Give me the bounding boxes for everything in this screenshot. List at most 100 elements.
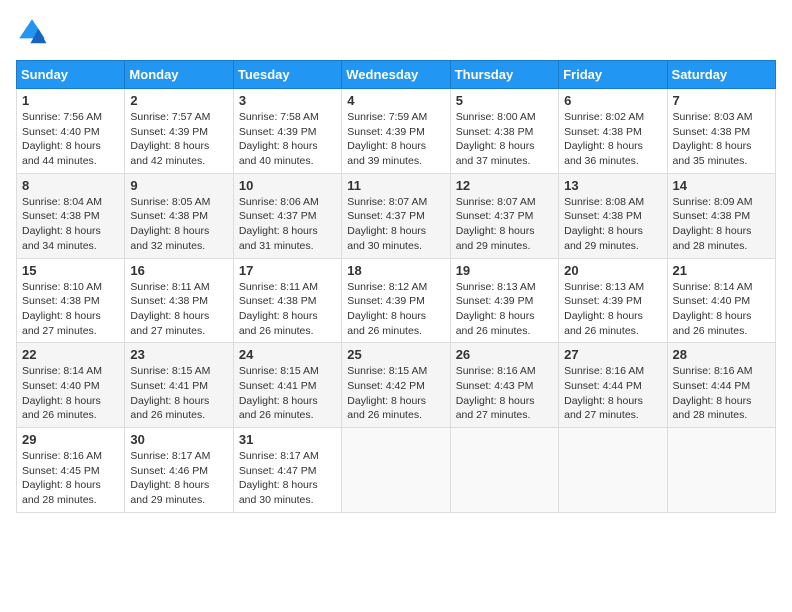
day-info: Sunrise: 8:17 AMSunset: 4:47 PMDaylight:… — [239, 449, 336, 508]
day-info: Sunrise: 8:17 AMSunset: 4:46 PMDaylight:… — [130, 449, 227, 508]
day-info: Sunrise: 8:13 AMSunset: 4:39 PMDaylight:… — [564, 280, 661, 339]
day-info: Sunrise: 7:58 AMSunset: 4:39 PMDaylight:… — [239, 110, 336, 169]
calendar-cell: 29Sunrise: 8:16 AMSunset: 4:45 PMDayligh… — [17, 428, 125, 513]
day-number: 25 — [347, 347, 444, 362]
day-number: 18 — [347, 263, 444, 278]
day-info: Sunrise: 8:14 AMSunset: 4:40 PMDaylight:… — [673, 280, 770, 339]
column-header-sunday: Sunday — [17, 61, 125, 89]
day-info: Sunrise: 8:12 AMSunset: 4:39 PMDaylight:… — [347, 280, 444, 339]
day-number: 30 — [130, 432, 227, 447]
day-info: Sunrise: 7:59 AMSunset: 4:39 PMDaylight:… — [347, 110, 444, 169]
calendar-cell: 3 Sunrise: 7:58 AMSunset: 4:39 PMDaylight… — [233, 89, 341, 174]
day-info: Sunrise: 8:03 AMSunset: 4:38 PMDaylight:… — [673, 110, 770, 169]
day-number: 7 — [673, 93, 770, 108]
day-number: 14 — [673, 178, 770, 193]
day-number: 16 — [130, 263, 227, 278]
day-number: 9 — [130, 178, 227, 193]
day-info: Sunrise: 8:10 AMSunset: 4:38 PMDaylight:… — [22, 280, 119, 339]
calendar-cell — [450, 428, 558, 513]
day-info: Sunrise: 8:15 AMSunset: 4:41 PMDaylight:… — [239, 364, 336, 423]
calendar-cell: 13 Sunrise: 8:08 AMSunset: 4:38 PMDayligh… — [559, 173, 667, 258]
day-number: 19 — [456, 263, 553, 278]
day-number: 21 — [673, 263, 770, 278]
day-info: Sunrise: 8:14 AMSunset: 4:40 PMDaylight:… — [22, 364, 119, 423]
day-info: Sunrise: 8:06 AMSunset: 4:37 PMDaylight:… — [239, 195, 336, 254]
day-number: 22 — [22, 347, 119, 362]
calendar-cell: 18 Sunrise: 8:12 AMSunset: 4:39 PMDayligh… — [342, 258, 450, 343]
day-number: 1 — [22, 93, 119, 108]
calendar-cell: 30 Sunrise: 8:17 AMSunset: 4:46 PMDayligh… — [125, 428, 233, 513]
calendar-cell: 20 Sunrise: 8:13 AMSunset: 4:39 PMDayligh… — [559, 258, 667, 343]
day-number: 17 — [239, 263, 336, 278]
calendar-cell: 19 Sunrise: 8:13 AMSunset: 4:39 PMDayligh… — [450, 258, 558, 343]
calendar-cell: 5 Sunrise: 8:00 AMSunset: 4:38 PMDaylight… — [450, 89, 558, 174]
calendar-week-1: 1 Sunrise: 7:56 AMSunset: 4:40 PMDaylight… — [17, 89, 776, 174]
day-info: Sunrise: 8:16 AMSunset: 4:44 PMDaylight:… — [673, 364, 770, 423]
calendar-week-3: 15 Sunrise: 8:10 AMSunset: 4:38 PMDayligh… — [17, 258, 776, 343]
day-number: 3 — [239, 93, 336, 108]
day-number: 26 — [456, 347, 553, 362]
day-number: 5 — [456, 93, 553, 108]
day-info: Sunrise: 8:07 AMSunset: 4:37 PMDaylight:… — [347, 195, 444, 254]
day-number: 11 — [347, 178, 444, 193]
day-info: Sunrise: 7:56 AMSunset: 4:40 PMDaylight:… — [22, 110, 119, 169]
day-number: 15 — [22, 263, 119, 278]
calendar-cell: 11 Sunrise: 8:07 AMSunset: 4:37 PMDayligh… — [342, 173, 450, 258]
calendar-cell: 7 Sunrise: 8:03 AMSunset: 4:38 PMDaylight… — [667, 89, 775, 174]
day-info: Sunrise: 8:08 AMSunset: 4:38 PMDaylight:… — [564, 195, 661, 254]
calendar-cell: 8 Sunrise: 8:04 AMSunset: 4:38 PMDaylight… — [17, 173, 125, 258]
day-info: Sunrise: 8:04 AMSunset: 4:38 PMDaylight:… — [22, 195, 119, 254]
day-info: Sunrise: 8:07 AMSunset: 4:37 PMDaylight:… — [456, 195, 553, 254]
day-info: Sunrise: 8:00 AMSunset: 4:38 PMDaylight:… — [456, 110, 553, 169]
calendar-cell: 2 Sunrise: 7:57 AMSunset: 4:39 PMDaylight… — [125, 89, 233, 174]
day-number: 24 — [239, 347, 336, 362]
day-number: 8 — [22, 178, 119, 193]
day-number: 27 — [564, 347, 661, 362]
day-number: 12 — [456, 178, 553, 193]
day-number: 10 — [239, 178, 336, 193]
day-info: Sunrise: 8:16 AMSunset: 4:45 PMDaylight:… — [22, 449, 119, 508]
calendar-header-row: SundayMondayTuesdayWednesdayThursdayFrid… — [17, 61, 776, 89]
calendar-cell: 1 Sunrise: 7:56 AMSunset: 4:40 PMDaylight… — [17, 89, 125, 174]
calendar-cell: 15 Sunrise: 8:10 AMSunset: 4:38 PMDayligh… — [17, 258, 125, 343]
calendar-cell: 24 Sunrise: 8:15 AMSunset: 4:41 PMDayligh… — [233, 343, 341, 428]
page-header — [16, 16, 776, 48]
calendar-cell: 12 Sunrise: 8:07 AMSunset: 4:37 PMDayligh… — [450, 173, 558, 258]
day-number: 31 — [239, 432, 336, 447]
day-number: 6 — [564, 93, 661, 108]
day-info: Sunrise: 8:05 AMSunset: 4:38 PMDaylight:… — [130, 195, 227, 254]
column-header-friday: Friday — [559, 61, 667, 89]
calendar-cell: 27 Sunrise: 8:16 AMSunset: 4:44 PMDayligh… — [559, 343, 667, 428]
logo — [16, 16, 52, 48]
calendar-cell: 28 Sunrise: 8:16 AMSunset: 4:44 PMDayligh… — [667, 343, 775, 428]
calendar-cell: 6 Sunrise: 8:02 AMSunset: 4:38 PMDaylight… — [559, 89, 667, 174]
day-number: 13 — [564, 178, 661, 193]
calendar-week-2: 8 Sunrise: 8:04 AMSunset: 4:38 PMDaylight… — [17, 173, 776, 258]
calendar-cell: 10 Sunrise: 8:06 AMSunset: 4:37 PMDayligh… — [233, 173, 341, 258]
calendar-cell: 14 Sunrise: 8:09 AMSunset: 4:38 PMDayligh… — [667, 173, 775, 258]
day-info: Sunrise: 8:15 AMSunset: 4:41 PMDaylight:… — [130, 364, 227, 423]
day-info: Sunrise: 8:02 AMSunset: 4:38 PMDaylight:… — [564, 110, 661, 169]
calendar-cell — [342, 428, 450, 513]
day-info: Sunrise: 8:09 AMSunset: 4:38 PMDaylight:… — [673, 195, 770, 254]
day-number: 20 — [564, 263, 661, 278]
day-info: Sunrise: 8:11 AMSunset: 4:38 PMDaylight:… — [239, 280, 336, 339]
calendar-cell: 4 Sunrise: 7:59 AMSunset: 4:39 PMDaylight… — [342, 89, 450, 174]
calendar-cell — [667, 428, 775, 513]
column-header-wednesday: Wednesday — [342, 61, 450, 89]
day-info: Sunrise: 8:16 AMSunset: 4:44 PMDaylight:… — [564, 364, 661, 423]
day-number: 28 — [673, 347, 770, 362]
calendar-cell: 31 Sunrise: 8:17 AMSunset: 4:47 PMDayligh… — [233, 428, 341, 513]
day-info: Sunrise: 7:57 AMSunset: 4:39 PMDaylight:… — [130, 110, 227, 169]
day-number: 2 — [130, 93, 227, 108]
calendar-cell: 26 Sunrise: 8:16 AMSunset: 4:43 PMDayligh… — [450, 343, 558, 428]
calendar-week-4: 22 Sunrise: 8:14 AMSunset: 4:40 PMDayligh… — [17, 343, 776, 428]
day-number: 23 — [130, 347, 227, 362]
day-info: Sunrise: 8:16 AMSunset: 4:43 PMDaylight:… — [456, 364, 553, 423]
day-info: Sunrise: 8:15 AMSunset: 4:42 PMDaylight:… — [347, 364, 444, 423]
calendar-cell: 21 Sunrise: 8:14 AMSunset: 4:40 PMDayligh… — [667, 258, 775, 343]
calendar-cell: 22 Sunrise: 8:14 AMSunset: 4:40 PMDayligh… — [17, 343, 125, 428]
day-info: Sunrise: 8:13 AMSunset: 4:39 PMDaylight:… — [456, 280, 553, 339]
day-number: 4 — [347, 93, 444, 108]
calendar-cell: 16Sunrise: 8:11 AMSunset: 4:38 PMDayligh… — [125, 258, 233, 343]
